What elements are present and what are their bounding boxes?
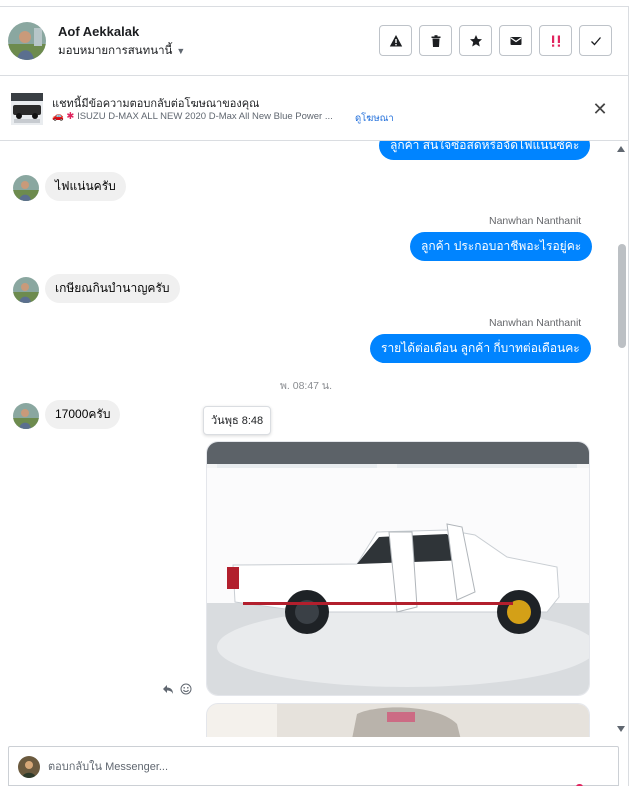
conversation-header: Aof Aekkalak มอบหมายการสนทนานี้ ▼ (0, 7, 628, 76)
ad-description: 🚗 ✱ ISUZU D-MAX ALL NEW 2020 D-Max All N… (52, 111, 333, 122)
message-bubble-incoming[interactable]: ไฟแน่นครับ (45, 172, 126, 201)
photo-attachment[interactable] (206, 703, 590, 737)
user-name[interactable]: Aof Aekkalak (58, 24, 139, 39)
star-icon (469, 34, 482, 46)
right-border (628, 6, 629, 786)
ad-thumbnail[interactable] (11, 93, 43, 125)
exclamation-icon (551, 35, 560, 47)
checkmark-icon (590, 36, 601, 45)
avatar[interactable] (8, 22, 46, 60)
scrollbar-thumb[interactable] (618, 244, 626, 348)
time-tooltip: วันพุธ 8:48 (203, 406, 272, 435)
follow-up-button[interactable] (539, 25, 572, 56)
conversation-panel: Aof Aekkalak มอบหมายการสนทนานี้ ▼ แชทนี้… (0, 0, 630, 786)
avatar[interactable] (13, 277, 39, 303)
scroll-up-arrow-icon[interactable] (615, 143, 627, 155)
reply-input[interactable] (48, 756, 548, 778)
message-bubble-incoming[interactable]: 17000ครับ (45, 400, 121, 429)
star-button[interactable] (459, 25, 492, 56)
emoji-reaction-icon[interactable] (180, 683, 192, 695)
ad-reply-banner: แชทนี้มีข้อความตอบกลับต่อโฆษณาของคุณ 🚗 ✱… (0, 77, 628, 141)
message-timestamp: พ. 08:47 น. (279, 380, 333, 392)
sender-name: Nanwhan Nanthanit (489, 215, 582, 227)
avatar[interactable] (13, 175, 39, 201)
ad-text: ISUZU D-MAX ALL NEW 2020 D-Max All New B… (77, 111, 333, 122)
envelope-icon (510, 36, 521, 45)
mark-unread-button[interactable] (499, 25, 532, 56)
message-bubble-outgoing[interactable]: รายได้ต่อเดือน ลูกค้า กี่บาทต่อเดือนคะ (370, 334, 591, 363)
delete-button[interactable] (419, 25, 452, 56)
assign-conversation-dropdown[interactable]: มอบหมายการสนทนานี้ ▼ (58, 42, 185, 60)
mark-done-button[interactable] (579, 25, 612, 56)
message-bubble-outgoing[interactable]: ลูกค้า ประกอบอาชีพอะไรอยู่คะ (410, 232, 593, 261)
view-ad-link[interactable]: ดูโฆษณา (355, 111, 394, 126)
message-list[interactable]: ลูกค้า สนใจซื้อสดหรือจัดไฟแนนซ์คะ ไฟแน่น… (0, 141, 612, 737)
reply-icon[interactable] (162, 683, 174, 695)
message-bubble-incoming[interactable]: เกษียณกินบำนาญครับ (45, 274, 180, 303)
sender-name: Nanwhan Nanthanit (489, 317, 582, 329)
scroll-down-arrow-icon[interactable] (615, 723, 627, 735)
caret-down-icon: ▼ (176, 46, 186, 56)
reply-composer (8, 746, 619, 786)
message-bubble-outgoing[interactable]: ลูกค้า สนใจซื้อสดหรือจัดไฟแนนซ์คะ (379, 141, 591, 160)
report-spam-button[interactable] (379, 25, 412, 56)
warning-triangle-icon (389, 34, 402, 46)
ad-banner-title: แชทนี้มีข้อความตอบกลับต่อโฆษณาของคุณ (52, 98, 260, 110)
avatar[interactable] (13, 403, 39, 429)
photo-attachment[interactable] (206, 441, 590, 696)
assign-label: มอบหมายการสนทนานี้ (58, 45, 173, 57)
trash-icon (431, 34, 440, 47)
avatar (18, 756, 40, 778)
ad-emoji: 🚗 ✱ (52, 111, 75, 122)
header-actions (379, 25, 612, 56)
message-tools (162, 683, 192, 695)
close-icon[interactable]: ✕ (590, 99, 610, 119)
